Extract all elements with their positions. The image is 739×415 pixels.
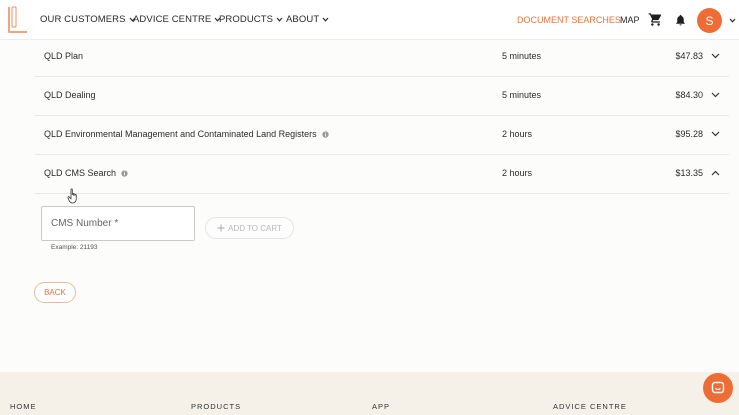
chevron-down-icon[interactable] [711,53,720,59]
nav-about[interactable]: ABOUT [286,14,329,25]
footer-app[interactable]: APP [372,402,390,411]
turnaround-time: 2 hours [502,168,533,178]
product-price: $95.28 [675,129,703,139]
add-to-cart-button[interactable]: ADD TO CART [205,217,294,239]
chat-icon [711,381,725,394]
product-name-text: QLD Plan [44,51,84,61]
product-name-text: QLD Environmental Management and Contami… [44,129,317,139]
product-name: QLD Dealing [44,90,96,100]
product-row-qld-dealing[interactable]: QLD Dealing 5 minutes $84.30 [35,77,729,116]
cart-icon[interactable] [648,12,663,27]
product-price: $13.35 [675,168,703,178]
chevron-down-icon[interactable] [729,18,736,23]
avatar-initial: S [705,13,714,28]
nav-advice-centre[interactable]: ADVICE CENTRE [133,14,221,25]
hand-cursor-icon [67,188,77,204]
nav-about-label: ABOUT [286,14,320,25]
logo-icon[interactable] [7,6,29,34]
turnaround-time: 2 hours [502,129,533,139]
nav-our-customers[interactable]: OUR CUSTOMERS [40,14,136,25]
turnaround-time: 5 minutes [502,90,542,100]
product-row-qld-plan[interactable]: QLD Plan 5 minutes $47.83 [35,38,729,77]
chevron-down-icon [276,17,283,22]
back-button[interactable]: BACK [34,282,76,303]
info-icon[interactable] [322,130,329,138]
bell-icon[interactable] [674,13,687,27]
product-name-text: QLD CMS Search [44,168,117,178]
add-to-cart-label: ADD TO CART [228,223,282,233]
plus-icon [217,224,225,232]
chevron-down-icon[interactable] [711,131,720,137]
nav-advice-centre-label: ADVICE CENTRE [133,14,212,25]
footer-advice-centre[interactable]: ADVICE CENTRE [553,402,627,411]
map-link[interactable]: MAP [620,15,640,25]
product-row-qld-environmental[interactable]: QLD Environmental Management and Contami… [35,116,729,155]
cms-number-label: CMS Number * [51,218,119,229]
chat-button[interactable] [703,373,733,403]
cms-number-field[interactable]: CMS Number * [41,206,195,241]
turnaround-time: 5 minutes [502,51,542,61]
back-button-label: BACK [44,288,66,297]
nav-products[interactable]: PRODUCTS [219,14,283,25]
product-name: QLD CMS Search [44,168,128,178]
document-searches-link[interactable]: DOCUMENT SEARCHES [517,15,621,25]
chevron-down-icon[interactable] [711,92,720,98]
product-name-text: QLD Dealing [44,90,96,100]
product-price: $47.83 [675,51,703,61]
avatar[interactable]: S [697,8,722,33]
nav-our-customers-label: OUR CUSTOMERS [40,14,126,25]
chevron-up-icon[interactable] [711,170,720,176]
product-name: QLD Environmental Management and Contami… [44,129,329,139]
info-icon[interactable] [121,169,128,177]
footer-products[interactable]: PRODUCTS [191,402,241,411]
cms-number-hint: Example: 21193 [51,244,98,251]
nav-products-label: PRODUCTS [219,14,274,25]
chevron-down-icon [322,17,329,22]
product-name: QLD Plan [44,51,83,61]
footer-home[interactable]: HOME [10,402,37,411]
top-navbar: OUR CUSTOMERS ADVICE CENTRE PRODUCTS ABO… [0,0,739,40]
footer: HOME PRODUCTS APP ADVICE CENTRE [0,372,739,415]
product-price: $84.30 [675,90,703,100]
product-row-qld-cms-search[interactable]: QLD CMS Search 2 hours $13.35 [35,155,729,194]
